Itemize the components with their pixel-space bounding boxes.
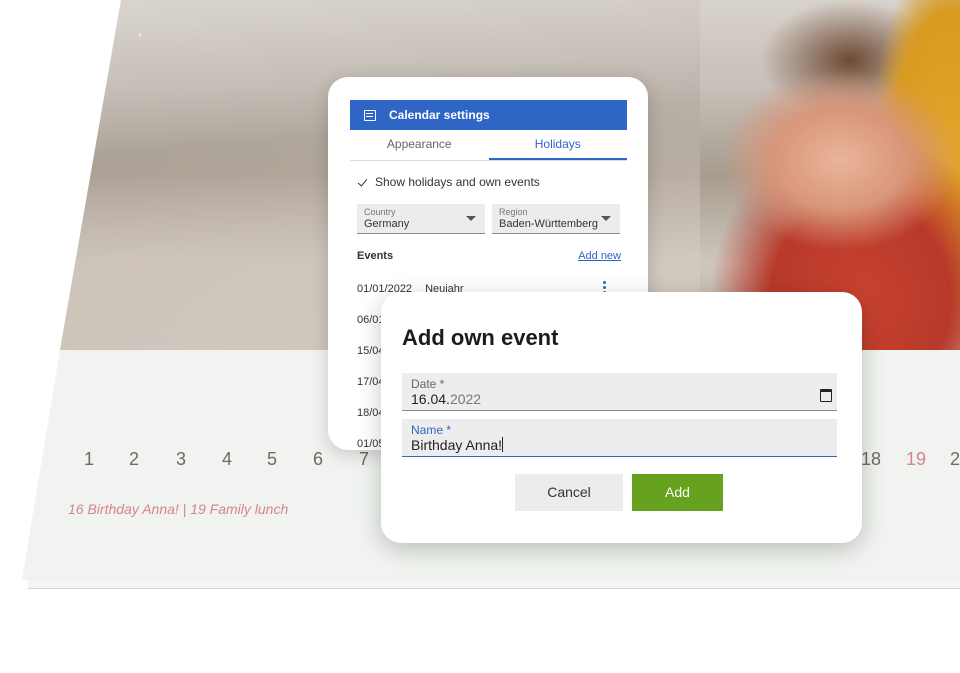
region-label: Region [499, 207, 528, 217]
add-button[interactable]: Add [632, 474, 723, 511]
tab-appearance[interactable]: Appearance [350, 130, 489, 160]
add-event-dialog: Add own event Date * 16.04.2022 Name * B… [381, 292, 862, 543]
country-select[interactable]: Country Germany [357, 204, 485, 234]
chevron-down-icon [466, 216, 476, 221]
show-holidays-label: Show holidays and own events [375, 175, 540, 189]
calendar-day-number: 6 [313, 449, 324, 469]
calendar-day-number: 5 [267, 449, 278, 469]
name-field[interactable]: Name * Birthday Anna! [402, 419, 837, 457]
calendar-icon[interactable] [820, 389, 832, 402]
add-new-link[interactable]: Add new [578, 250, 621, 262]
country-label: Country [364, 207, 396, 217]
calendar-grid-icon [364, 109, 376, 121]
settings-header: Calendar settings [350, 100, 627, 130]
show-holidays-checkbox[interactable] [357, 177, 368, 188]
date-field[interactable]: Date * 16.04.2022 [402, 373, 837, 411]
calendar-event-line: 16 Birthday Anna! | 19 Family lunch [68, 501, 289, 517]
date-field-value: 16.04.2022 [411, 391, 482, 407]
calendar-day-number: 3 [176, 449, 187, 469]
name-field-label: Name * [411, 423, 452, 437]
date-field-label: Date * [411, 377, 445, 391]
calendar-day-number: 18 [861, 449, 882, 469]
settings-title: Calendar settings [389, 108, 490, 122]
settings-tabs: Appearance Holidays [350, 130, 627, 161]
region-select[interactable]: Region Baden-Württemberg [492, 204, 620, 234]
show-holidays-row[interactable]: Show holidays and own events [357, 175, 540, 189]
calendar-day-number: 7 [359, 449, 370, 469]
dialog-title: Add own event [402, 325, 559, 350]
tab-holidays[interactable]: Holidays [488, 130, 627, 160]
chevron-down-icon [601, 216, 611, 221]
name-field-value: Birthday Anna! [411, 437, 504, 453]
calendar-day-number: 1 [84, 449, 95, 469]
calendar-day-number: 2 [129, 449, 140, 469]
events-heading: Events [357, 250, 394, 262]
region-value: Baden-Württemberg [499, 218, 599, 230]
cancel-button[interactable]: Cancel [515, 474, 623, 511]
calendar-day-number: 4 [222, 449, 233, 469]
calendar-day-number: 19 [906, 449, 927, 469]
calendar-day-number: 2 [950, 449, 960, 469]
country-value: Germany [364, 218, 410, 230]
